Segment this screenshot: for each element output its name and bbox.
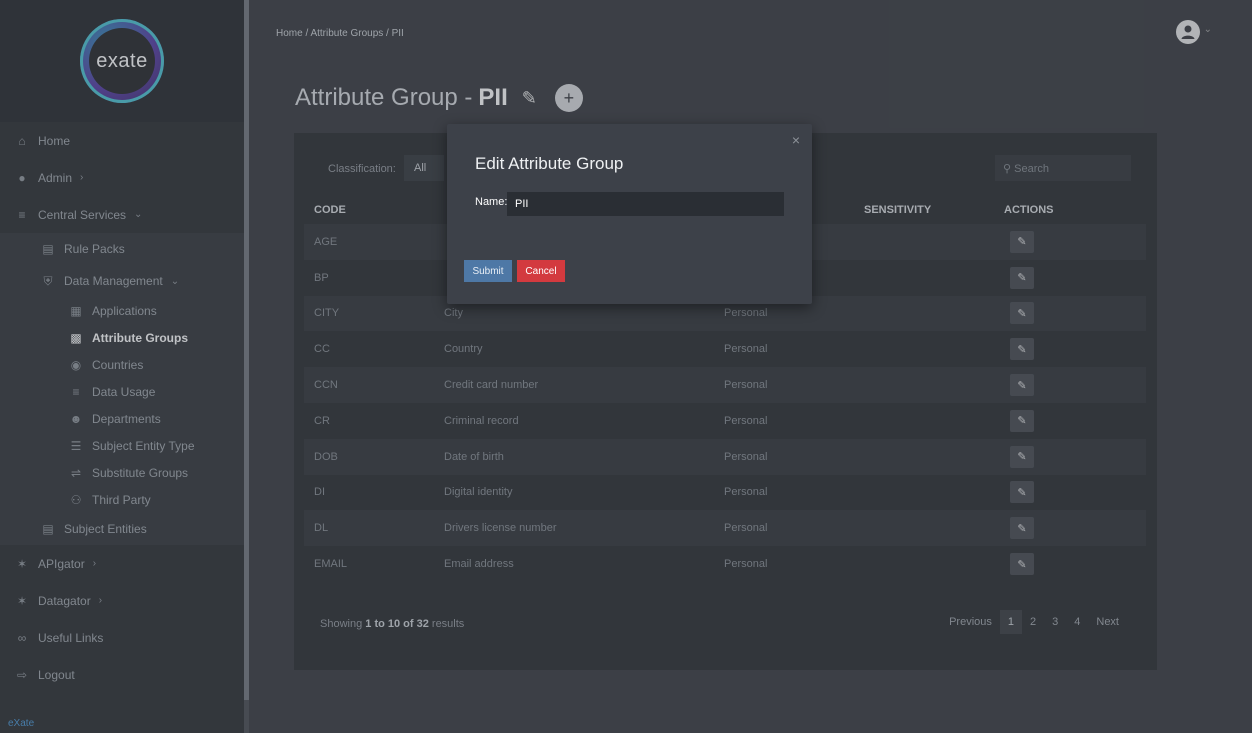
edit-attribute-group-modal: × Edit Attribute Group Name: Submit Canc… bbox=[447, 124, 812, 304]
modal-backdrop[interactable] bbox=[0, 0, 1252, 733]
cancel-button[interactable]: Cancel bbox=[517, 260, 565, 282]
name-label: Name: bbox=[475, 196, 508, 208]
submit-button[interactable]: Submit bbox=[464, 260, 512, 282]
close-icon[interactable]: × bbox=[792, 132, 800, 148]
name-field[interactable] bbox=[507, 192, 784, 216]
modal-title: Edit Attribute Group bbox=[475, 154, 624, 173]
